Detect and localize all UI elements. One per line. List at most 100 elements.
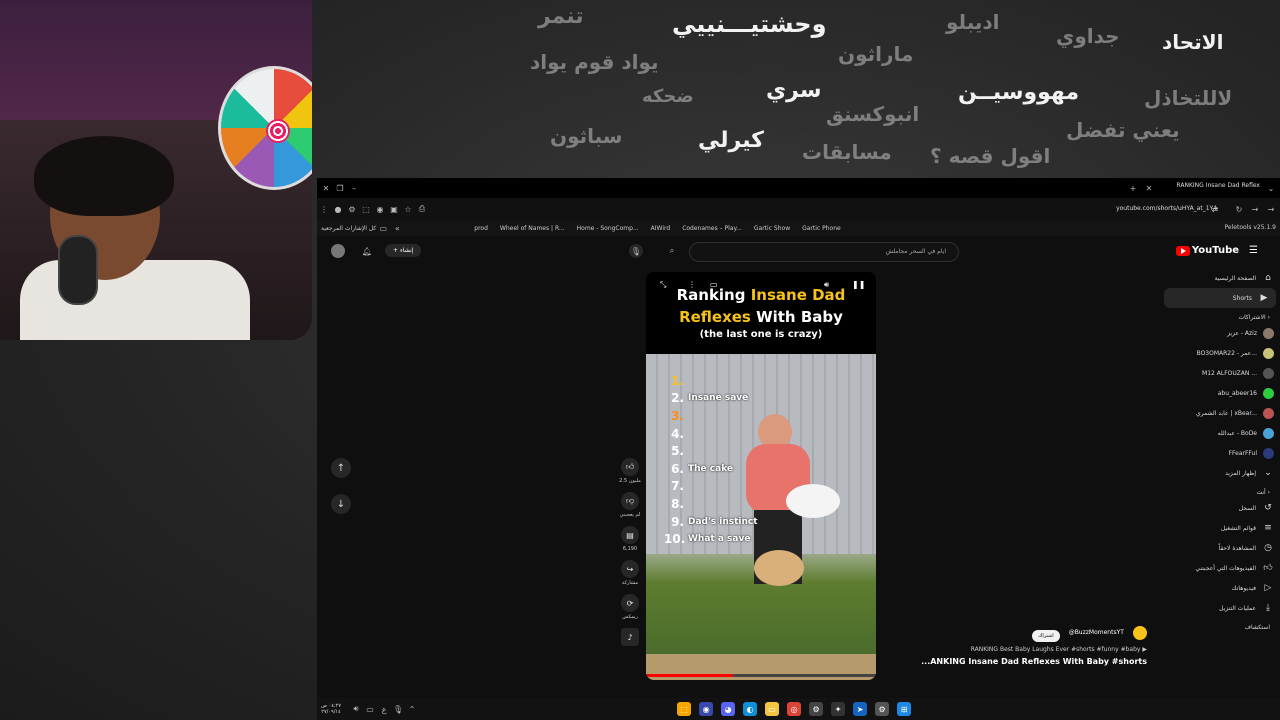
reload-icon[interactable]: ↻ — [1232, 202, 1246, 216]
sidebar-channel[interactable]: عبدالله - BoDe — [1160, 423, 1280, 443]
app-icon[interactable]: ◉ — [699, 702, 714, 716]
thumbs-down-icon[interactable]: 👎︎ — [621, 492, 639, 510]
pause-icon[interactable]: ❚❚ — [852, 280, 865, 289]
app-icon[interactable]: ⬚ — [677, 702, 692, 716]
windows-start-icon[interactable]: ⊞ — [897, 702, 912, 716]
new-tab-icon[interactable]: + — [1126, 181, 1140, 195]
channel-avatar[interactable] — [1133, 625, 1147, 640]
address-bar[interactable]: youtube.com/shorts/uHYA_at_1Y4 — [1057, 202, 1217, 216]
video-progress-bar[interactable] — [646, 674, 876, 677]
sidebar-item-history[interactable]: السجل ↺ — [1160, 498, 1280, 518]
profile-icon[interactable]: ● — [331, 202, 345, 216]
browser-toolbar: ⋮ ● ⚙ ⬚ ◉ ▣ ☆ ⎙ youtube.com/shorts/uHYA_… — [317, 198, 1280, 220]
comments-action[interactable]: ▤ 6,190 — [617, 526, 643, 552]
sidebar-item-watch-later[interactable]: المشاهدة لاحقاً ◷ — [1160, 538, 1280, 558]
sidebar-channel[interactable]: BO3OMAR22 - عمر... — [1160, 343, 1280, 363]
sidebar-item-liked[interactable]: الفيديوهات التي أعجبتني 👍︎ — [1160, 558, 1280, 578]
forward-icon[interactable]: → — [1248, 202, 1262, 216]
extension-icon[interactable]: ⬚ — [359, 202, 373, 216]
chevron-left-icon[interactable]: « — [390, 221, 404, 235]
close-window-icon[interactable]: ✕ — [319, 181, 333, 195]
voice-search-icon[interactable]: 🎙︎ — [629, 244, 643, 258]
tab-menu-icon[interactable]: ⌄ — [1264, 181, 1278, 195]
minimize-icon[interactable]: – — [347, 181, 361, 195]
dislike-action[interactable]: 👎︎ لم يعجبني — [617, 492, 643, 518]
remix-action[interactable]: ⟳ ريمكس — [617, 594, 643, 620]
settings-icon[interactable]: ⚙ — [875, 702, 890, 716]
sidebar-item-shorts[interactable]: Shorts ▶ — [1164, 288, 1276, 308]
extension-icon[interactable]: ◉ — [373, 202, 387, 216]
all-bookmarks[interactable]: كل الإشارات المرجعية — [321, 225, 376, 232]
sound-thumbnail-icon[interactable]: ♪ — [621, 628, 639, 646]
tray-chevron-icon[interactable]: ⌃ — [405, 702, 419, 716]
sidebar-item-downloads[interactable]: عمليات التنزيل ⤓ — [1160, 598, 1280, 618]
sidebar-channel[interactable]: عابد الشمري | xBear... — [1160, 403, 1280, 423]
create-button[interactable]: إنشاء + — [385, 244, 422, 257]
sidebar-channel[interactable]: abu_abeer16 — [1160, 383, 1280, 403]
bookmark-item[interactable]: prod — [474, 225, 488, 232]
subscribe-button[interactable]: اشتراك — [1032, 630, 1060, 642]
bookmark-item[interactable]: Gartic Phone — [802, 225, 841, 232]
next-short-button[interactable]: ↓ — [331, 494, 351, 514]
share-icon[interactable]: ↪ — [621, 560, 639, 578]
you-header[interactable]: أنت › — [1160, 483, 1280, 498]
app-icon[interactable]: ⚙ — [809, 702, 824, 716]
youtube-logo[interactable]: YouTube ☰ — [1175, 245, 1258, 256]
app-icon[interactable]: ➤ — [853, 702, 868, 716]
chrome-icon[interactable]: ◎ — [787, 702, 802, 716]
short-video-player[interactable]: Ranking Insane Dad Reflexes With Baby (t… — [646, 272, 876, 680]
microphone-icon[interactable]: 🎙︎ — [391, 702, 405, 716]
sidebar-show-more[interactable]: إظهار المزيد ⌄ — [1160, 463, 1280, 483]
file-explorer-icon[interactable]: ▭ — [765, 702, 780, 716]
bookmark-item[interactable]: Wheel of Names | R... — [500, 225, 565, 232]
avatar[interactable] — [331, 244, 345, 258]
bookmark-item[interactable]: Codenames – Play... — [682, 225, 742, 232]
edge-icon[interactable]: ◐ — [743, 702, 758, 716]
search-icon[interactable]: ⌕ — [665, 244, 679, 258]
extension-icon[interactable]: ▣ — [387, 202, 401, 216]
notifications-bell-icon[interactable]: 🔔︎ — [360, 244, 374, 258]
extension-label[interactable]: Peletools v25.1.9 — [1225, 224, 1276, 231]
restore-icon[interactable]: ❐ — [333, 181, 347, 195]
language-icon[interactable]: ع — [377, 702, 391, 716]
like-action[interactable]: 👍︎ 2.5 مليون — [617, 458, 643, 484]
bookmark-star-icon[interactable]: ☆ — [401, 202, 415, 216]
sidebar-channel[interactable]: M12 ALFOUZAN ... — [1160, 363, 1280, 383]
sidebar-channel[interactable]: عزيز - Aziz — [1160, 323, 1280, 343]
short-title[interactable]: ...ANKING Insane Dad Reflexes With Baby … — [917, 657, 1147, 666]
sound-row[interactable]: RANKING Best Baby Laughs Ever #shorts #f… — [917, 646, 1147, 653]
settings-icon[interactable]: ⇄ — [1208, 202, 1222, 216]
captions-icon[interactable]: ▭ — [710, 280, 718, 289]
close-tab-icon[interactable]: ✕ — [1142, 181, 1156, 195]
back-icon[interactable]: → — [1264, 202, 1278, 216]
sidebar-channel[interactable]: FFearFFul — [1160, 443, 1280, 463]
discord-icon[interactable]: ◕ — [721, 702, 736, 716]
sidebar-item-home[interactable]: الصفحة الرئيسية ⌂ — [1160, 268, 1280, 288]
bookmark-item[interactable]: Gartic Show — [754, 225, 790, 232]
taskbar-clock[interactable]: ٠٤:٢٧ ص ٢٧/٠٩/١٤ — [321, 703, 341, 715]
extension-icon[interactable]: ⚙ — [345, 202, 359, 216]
bookmark-item[interactable]: AIWird — [651, 225, 671, 232]
channel-handle[interactable]: @BuzzMomentsYT — [1069, 629, 1124, 636]
display-icon[interactable]: ▭ — [363, 702, 377, 716]
volume-icon[interactable]: 🔊︎ — [349, 702, 363, 716]
collapse-icon[interactable]: ⤡ — [660, 280, 666, 290]
menu-dots-icon[interactable]: ⋮ — [317, 202, 331, 216]
tab-title[interactable]: RANKING Insane Dad Reflex — [1176, 182, 1260, 189]
sidebar-item-playlists[interactable]: قوائم التشغيل ≡ — [1160, 518, 1280, 538]
previous-short-button[interactable]: ↑ — [331, 458, 351, 478]
hamburger-menu-icon[interactable]: ☰ — [1249, 245, 1258, 256]
share-icon[interactable]: ⎙ — [415, 202, 429, 216]
search-input[interactable]: ايام في السحر مجاملش — [689, 242, 959, 262]
sound-action[interactable]: ♪ — [617, 628, 643, 646]
bookmark-item[interactable]: Home - SongComp... — [577, 225, 639, 232]
more-options-icon[interactable]: ⋮ — [688, 280, 696, 289]
share-action[interactable]: ↪ مشاركة — [617, 560, 643, 586]
comment-icon[interactable]: ▤ — [621, 526, 639, 544]
volume-icon[interactable]: 🔊︎ — [824, 280, 829, 290]
remix-icon[interactable]: ⟳ — [621, 594, 639, 612]
thumbs-up-icon[interactable]: 👍︎ — [621, 458, 639, 476]
sidebar-item-your-videos[interactable]: فيديوهاتك ▷ — [1160, 578, 1280, 598]
subscriptions-header[interactable]: الاشتراكات › — [1160, 308, 1280, 323]
app-icon[interactable]: ✦ — [831, 702, 846, 716]
